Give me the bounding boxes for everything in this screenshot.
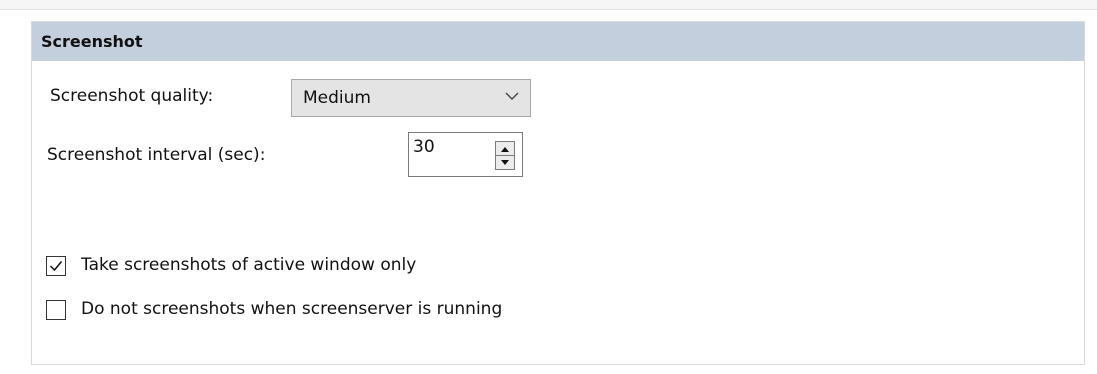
caret-up-icon — [501, 146, 509, 152]
screenshot-quality-label: Screenshot quality: — [50, 86, 214, 106]
panel-title: Screenshot — [41, 32, 143, 51]
screenshot-interval-stepper[interactable]: 30 — [408, 132, 523, 177]
stepper-buttons — [495, 141, 515, 170]
active-window-only-label[interactable]: Take screenshots of active window only — [81, 255, 416, 275]
screenshot-quality-value: Medium — [303, 88, 371, 108]
active-window-only-checkbox[interactable] — [46, 256, 66, 276]
chevron-down-icon[interactable] — [504, 88, 520, 104]
panel-header: Screenshot — [32, 22, 1084, 61]
screenshot-interval-label: Screenshot interval (sec): — [47, 145, 266, 165]
screenshot-interval-value[interactable]: 30 — [413, 137, 435, 157]
top-strip — [0, 0, 1097, 10]
increment-button[interactable] — [496, 142, 514, 156]
screenshot-quality-dropdown[interactable]: Medium — [291, 79, 531, 117]
caret-down-icon — [501, 159, 509, 165]
skip-when-screensaver-checkbox[interactable] — [46, 300, 66, 320]
checkmark-icon — [49, 261, 63, 272]
decrement-button[interactable] — [496, 156, 514, 169]
skip-when-screensaver-label[interactable]: Do not screenshots when screenserver is … — [81, 299, 502, 319]
